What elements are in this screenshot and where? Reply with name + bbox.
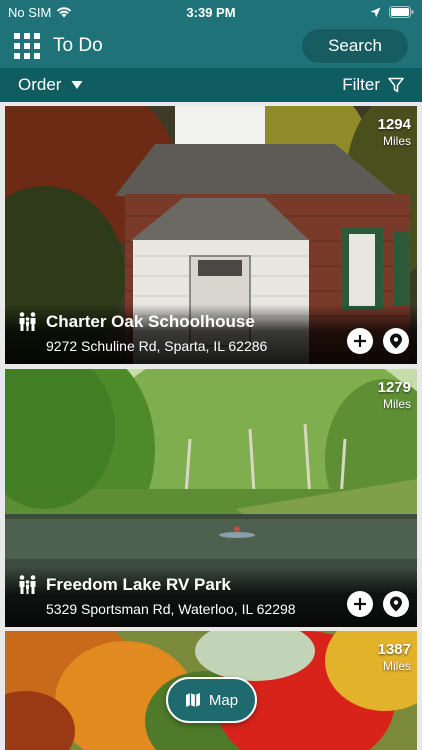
map-button[interactable]: Map — [166, 677, 257, 723]
battery-icon — [389, 6, 414, 18]
card-info: Freedom Lake RV Park 5329 Sportsman Rd, … — [17, 574, 296, 617]
family-icon — [19, 312, 36, 331]
distance-badge: 1279 Miles — [378, 379, 411, 411]
carrier-label: No SIM — [8, 4, 52, 20]
distance-value: 1279 — [377, 379, 411, 396]
wifi-icon — [57, 7, 72, 18]
page-title: To Do — [53, 35, 103, 56]
place-address: 9272 Schuline Rd, Sparta, IL 62286 — [46, 338, 268, 354]
distance-unit: Miles — [382, 659, 411, 673]
place-name: Charter Oak Schoolhouse — [46, 311, 255, 331]
family-icon — [19, 575, 36, 594]
map-pin-icon — [390, 596, 402, 612]
location-button[interactable] — [383, 328, 409, 354]
filter-button[interactable]: Filter — [342, 75, 404, 95]
map-button-label: Map — [208, 691, 239, 709]
location-arrow-icon — [370, 7, 381, 17]
card-actions — [347, 591, 409, 617]
filter-funnel-icon — [388, 77, 404, 93]
caret-down-icon — [71, 81, 83, 89]
folded-map-icon — [185, 693, 200, 707]
distance-badge: 1387 Miles — [378, 641, 411, 673]
distance-unit: Miles — [382, 397, 411, 411]
map-pin-icon — [390, 333, 402, 349]
distance-value: 1387 — [377, 641, 411, 658]
filter-label: Filter — [342, 75, 380, 94]
order-dropdown[interactable]: Order — [18, 75, 83, 95]
sort-filter-bar: Order Filter — [0, 68, 422, 102]
add-button[interactable] — [347, 328, 373, 354]
location-button[interactable] — [383, 591, 409, 617]
carrier-info: No SIM — [8, 5, 72, 20]
plus-icon — [354, 598, 366, 610]
card-info: Charter Oak Schoolhouse 9272 Schuline Rd… — [17, 311, 267, 354]
status-bar: No SIM 3:39 PM — [0, 0, 422, 24]
place-card[interactable]: 1294 Miles Charter Oak Schoolhouse 9272 … — [5, 106, 417, 364]
card-actions — [347, 328, 409, 354]
distance-badge: 1294 Miles — [378, 116, 411, 148]
nav-bar: To Do Search — [0, 24, 422, 68]
search-button[interactable]: Search — [302, 29, 408, 63]
plus-icon — [354, 335, 366, 347]
distance-value: 1294 — [377, 116, 411, 133]
order-label: Order — [18, 75, 62, 94]
grid-menu-icon[interactable] — [14, 33, 40, 59]
place-address: 5329 Sportsman Rd, Waterloo, IL 62298 — [46, 601, 296, 617]
add-button[interactable] — [347, 591, 373, 617]
place-name: Freedom Lake RV Park — [46, 574, 231, 594]
place-card[interactable]: 1279 Miles Freedom Lake RV Park 5329 Spo… — [5, 369, 417, 627]
distance-unit: Miles — [382, 134, 411, 148]
